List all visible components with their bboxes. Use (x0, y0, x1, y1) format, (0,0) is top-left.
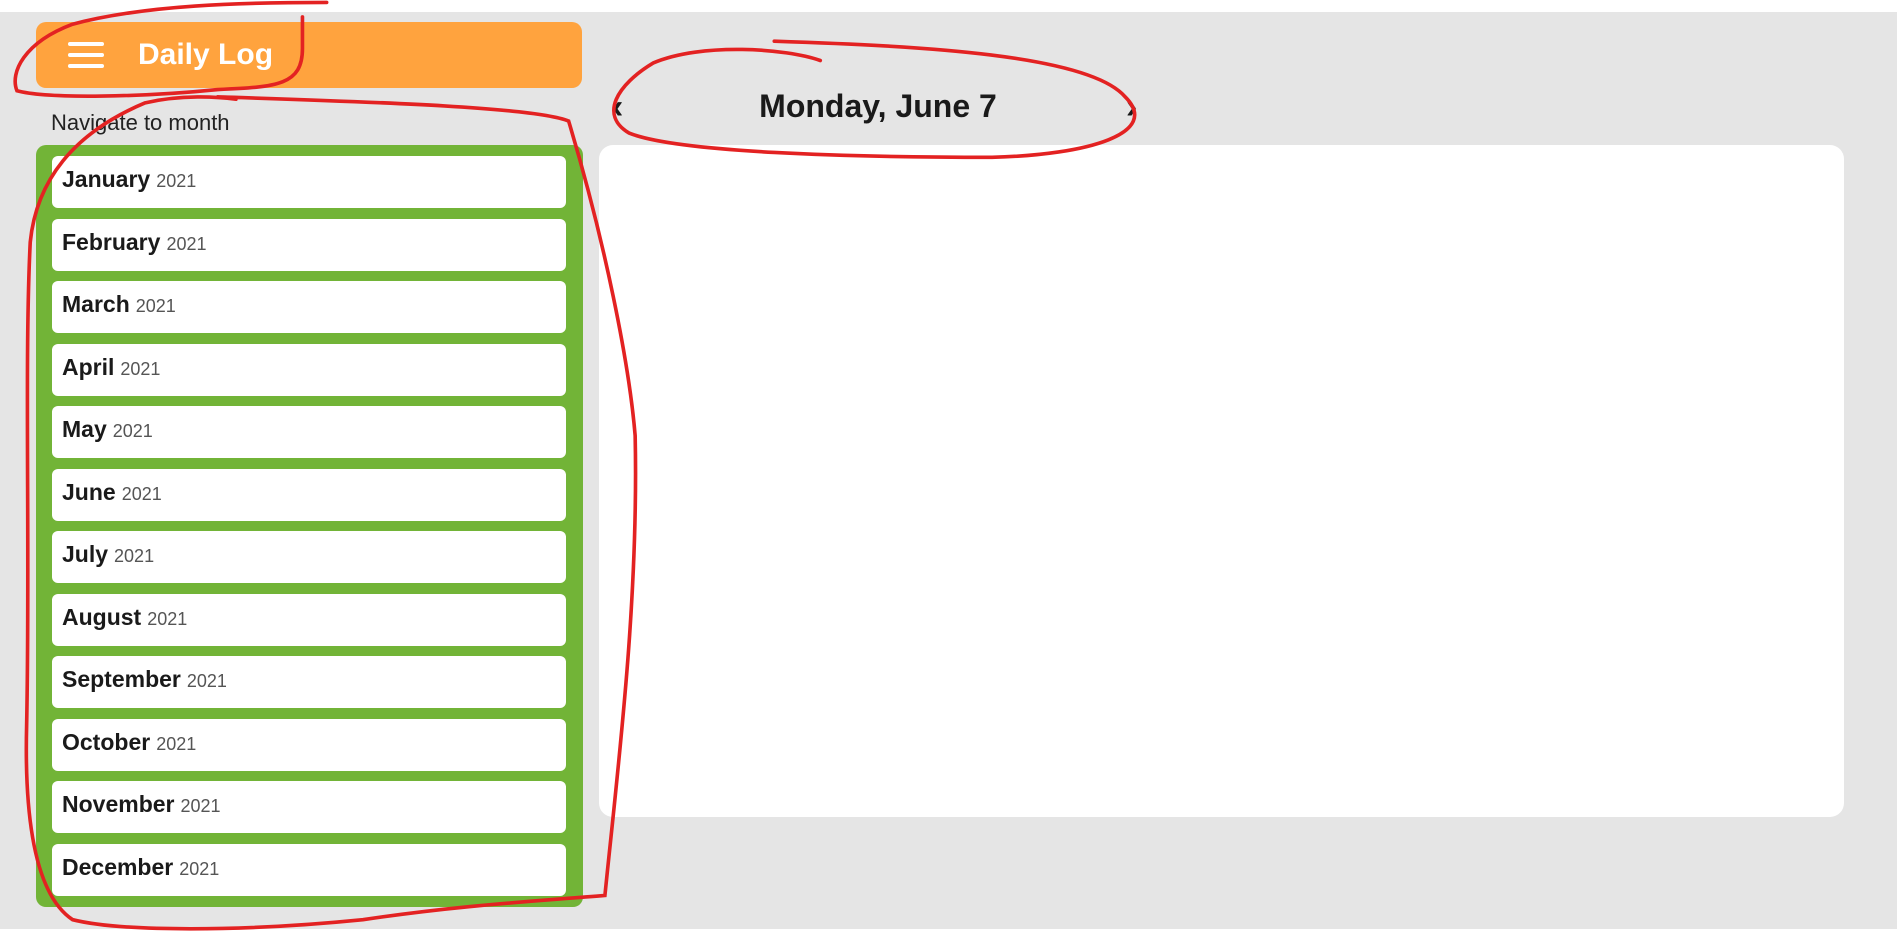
chevron-left-icon[interactable]: ‹ (612, 88, 623, 127)
month-item-august[interactable]: August 2021 (52, 593, 566, 646)
month-name: May (62, 416, 107, 442)
month-name: November (62, 791, 175, 817)
month-item-november[interactable]: November 2021 (52, 781, 566, 833)
month-name: July (62, 541, 109, 567)
month-item-september[interactable]: September 2021 (52, 656, 566, 708)
month-year: 2021 (186, 671, 227, 691)
month-item-july[interactable]: July 2021 (52, 531, 566, 583)
month-year: 2021 (156, 171, 197, 191)
day-content-panel (599, 145, 1844, 817)
app-header: Daily Log (36, 22, 582, 88)
month-item-december[interactable]: December 2021 (52, 843, 566, 896)
month-year: 2021 (114, 546, 155, 566)
month-name: March (62, 291, 130, 317)
month-item-may[interactable]: May 2021 (52, 406, 566, 458)
month-year: 2021 (156, 733, 197, 754)
current-date: Monday, June 7 (759, 88, 997, 124)
month-year: 2021 (112, 421, 153, 441)
month-name: December (62, 853, 174, 880)
month-item-february[interactable]: February 2021 (52, 218, 566, 271)
month-year: 2021 (179, 858, 220, 879)
month-year: 2021 (147, 608, 188, 629)
month-year: 2021 (166, 233, 207, 254)
month-name: April (62, 353, 115, 380)
month-year: 2021 (135, 296, 176, 316)
month-name: January (62, 166, 151, 192)
month-item-january[interactable]: January 2021 (52, 156, 566, 208)
month-name: October (62, 728, 151, 755)
chevron-right-icon[interactable]: › (1126, 88, 1137, 127)
month-item-june[interactable]: June 2021 (52, 468, 566, 521)
month-year: 2021 (121, 483, 162, 504)
month-item-october[interactable]: October 2021 (52, 718, 566, 771)
navigate-label: Navigate to month (51, 110, 230, 135)
month-name: August (62, 603, 142, 630)
month-name: February (62, 228, 161, 255)
month-year: 2021 (120, 358, 161, 379)
hamburger-icon[interactable] (68, 42, 104, 68)
month-item-april[interactable]: April 2021 (52, 343, 566, 396)
month-year: 2021 (180, 796, 221, 816)
month-name: June (62, 478, 116, 505)
month-item-march[interactable]: March 2021 (52, 281, 566, 333)
app-title: Daily Log (138, 38, 274, 71)
month-list: January 2021 February 2021 March 2021 April 202… (36, 145, 583, 907)
month-name: September (62, 666, 181, 692)
